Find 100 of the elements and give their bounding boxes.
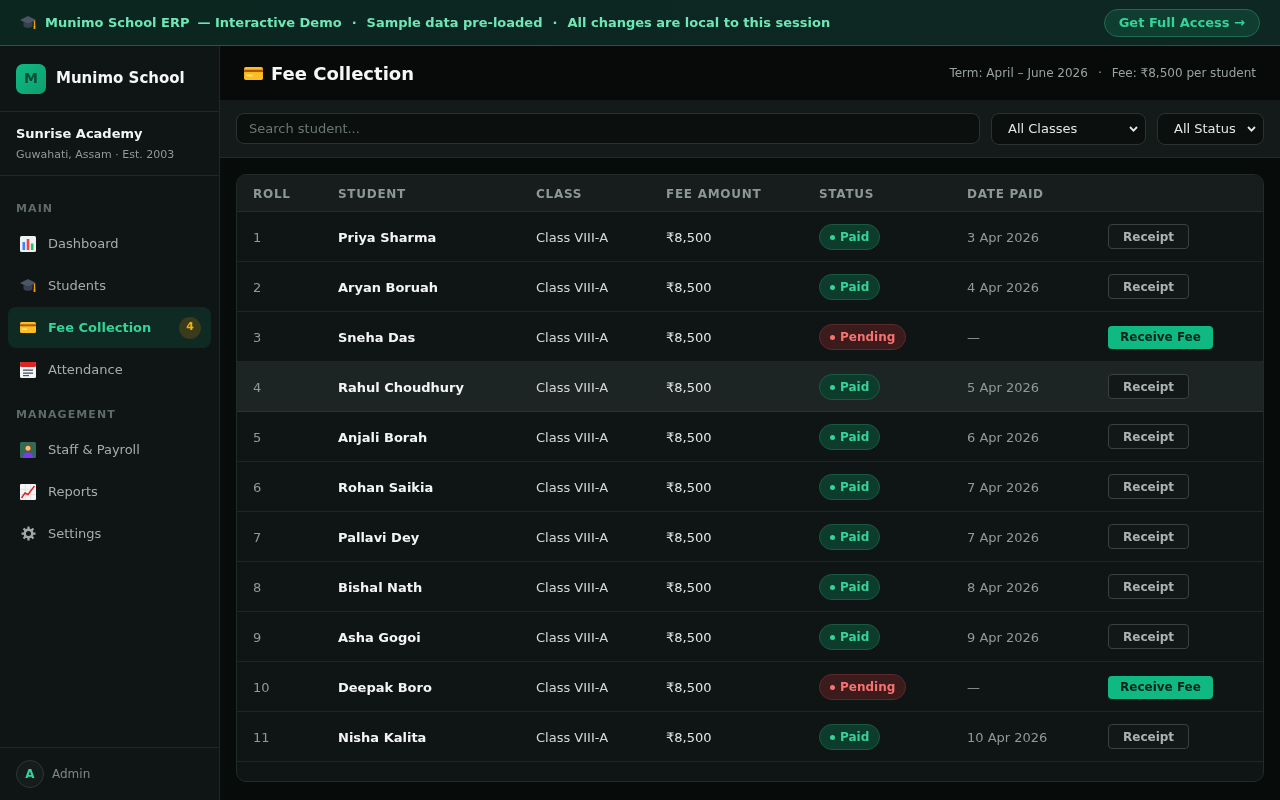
term-info: Term: April – June 2026 xyxy=(949,65,1088,82)
receipt-button[interactable]: Receipt xyxy=(1108,424,1190,450)
receipt-button[interactable]: Receipt xyxy=(1108,574,1190,600)
user-name: Admin xyxy=(52,766,91,783)
class-name: Class VIII-A xyxy=(536,629,609,645)
status-label: Paid xyxy=(840,279,870,297)
student-name: Nisha Kalita xyxy=(338,729,427,745)
date-paid: 5 Apr 2026 xyxy=(967,379,1040,395)
nav-item[interactable]: Students xyxy=(8,265,211,306)
logo-mark: M xyxy=(16,63,46,94)
column-header: DATE PAID xyxy=(967,187,1044,201)
fee-amount: ₹8,500 xyxy=(666,279,712,295)
nav-item[interactable]: Attendance xyxy=(8,349,211,390)
get-full-access-button[interactable]: Get Full Access → xyxy=(1103,8,1260,37)
fee-amount: ₹8,500 xyxy=(666,679,712,695)
user-avatar: A xyxy=(16,760,44,788)
nav-item[interactable]: Settings xyxy=(8,513,211,554)
class-name: Class VIII-A xyxy=(536,579,609,595)
nav-item[interactable]: Staff & Payroll xyxy=(8,429,211,470)
receipt-button[interactable]: Receipt xyxy=(1108,624,1190,650)
class-name: Class VIII-A xyxy=(536,329,609,345)
column-header: ROLL xyxy=(253,187,291,201)
column-header: CLASS xyxy=(536,187,583,201)
status-filter-dropdown[interactable]: All Status xyxy=(1157,112,1264,145)
student-name: Bishal Nath xyxy=(338,579,423,595)
nav-item[interactable]: Fee Collection 4 xyxy=(8,307,211,348)
line-chart-icon xyxy=(20,483,36,500)
fee-amount: ₹8,500 xyxy=(666,429,712,445)
status-label: Pending xyxy=(840,329,896,347)
date-paid: 4 Apr 2026 xyxy=(967,279,1040,295)
separator-dot: · xyxy=(551,13,559,32)
receipt-button[interactable]: Receipt xyxy=(1108,724,1190,750)
chevron-down-icon xyxy=(1129,125,1138,132)
student-name: Rohan Saikia xyxy=(338,479,434,495)
gear-icon xyxy=(20,526,36,541)
student-name: Deepak Boro xyxy=(338,679,432,695)
fee-amount: ₹8,500 xyxy=(666,329,712,345)
roll-number: 3 xyxy=(253,329,262,345)
date-paid: — xyxy=(967,679,980,695)
column-header: STUDENT xyxy=(338,187,406,201)
receive-fee-button[interactable]: Receive Fee xyxy=(1108,675,1213,699)
status-label: Paid xyxy=(840,479,870,497)
status-label: Paid xyxy=(840,379,870,397)
fee-amount: ₹8,500 xyxy=(666,229,712,245)
app-name: Munimo School xyxy=(56,68,185,90)
column-header: STATUS xyxy=(819,187,875,201)
search-field[interactable]: Search student... xyxy=(236,113,980,144)
status-label: Paid xyxy=(840,629,870,647)
column-header: FEE AMOUNT xyxy=(666,187,762,201)
graduation-cap-icon xyxy=(20,16,36,29)
chevron-down-icon xyxy=(1247,125,1256,132)
roll-number: 6 xyxy=(253,479,262,495)
class-name: Class VIII-A xyxy=(536,529,609,545)
student-name: Aryan Boruah xyxy=(338,279,439,295)
fee-amount: ₹8,500 xyxy=(666,379,712,395)
receipt-button[interactable]: Receipt xyxy=(1108,524,1190,550)
date-paid: 10 Apr 2026 xyxy=(967,729,1048,745)
date-paid: 9 Apr 2026 xyxy=(967,629,1040,645)
roll-number: 4 xyxy=(253,379,262,395)
nav-item[interactable]: Reports xyxy=(8,471,211,512)
banner-product-name: Munimo School ERP xyxy=(45,13,190,32)
bar-chart-icon xyxy=(20,235,36,252)
receipt-button[interactable]: Receipt xyxy=(1108,274,1190,300)
status-label: Paid xyxy=(840,579,870,597)
class-name: Class VIII-A xyxy=(536,429,609,445)
roll-number: 8 xyxy=(253,579,262,595)
banner-tagline: — Interactive Demo xyxy=(197,13,342,32)
status-label: Paid xyxy=(840,529,870,547)
credit-card-icon xyxy=(20,322,36,333)
school-name: Sunrise Academy xyxy=(16,125,143,142)
receipt-button[interactable]: Receipt xyxy=(1108,224,1190,250)
fee-amount: ₹8,500 xyxy=(666,629,712,645)
credit-card-icon xyxy=(244,66,263,80)
roll-number: 7 xyxy=(253,529,262,545)
section-label: MAIN xyxy=(16,201,54,217)
student-name: Asha Gogoi xyxy=(338,629,421,645)
date-paid: 3 Apr 2026 xyxy=(967,229,1040,245)
calendar-icon xyxy=(20,361,36,378)
banner-note: All changes are local to this session xyxy=(567,13,831,32)
nav-item[interactable]: Dashboard xyxy=(8,223,211,264)
class-filter-dropdown[interactable]: All Classes xyxy=(991,112,1146,145)
fee-amount: ₹8,500 xyxy=(666,729,712,745)
page-title: Fee Collection xyxy=(271,61,414,86)
receipt-button[interactable]: Receipt xyxy=(1108,374,1190,400)
roll-number: 11 xyxy=(253,729,270,745)
student-name: Anjali Borah xyxy=(338,429,428,445)
separator-dot: · xyxy=(350,13,358,32)
school-details: Guwahati, Assam · Est. 2003 xyxy=(16,147,175,162)
count-badge: 4 xyxy=(179,316,201,339)
receive-fee-button[interactable]: Receive Fee xyxy=(1108,325,1213,349)
fee-amount: ₹8,500 xyxy=(666,529,712,545)
status-label: Paid xyxy=(840,229,870,247)
student-name: Pallavi Dey xyxy=(338,529,420,545)
date-paid: — xyxy=(967,329,980,345)
receipt-button[interactable]: Receipt xyxy=(1108,474,1190,500)
student-name: Rahul Choudhury xyxy=(338,379,464,395)
class-name: Class VIII-A xyxy=(536,229,609,245)
date-paid: 6 Apr 2026 xyxy=(967,429,1040,445)
student-name: Priya Sharma xyxy=(338,229,437,245)
roll-number: 1 xyxy=(253,229,262,245)
